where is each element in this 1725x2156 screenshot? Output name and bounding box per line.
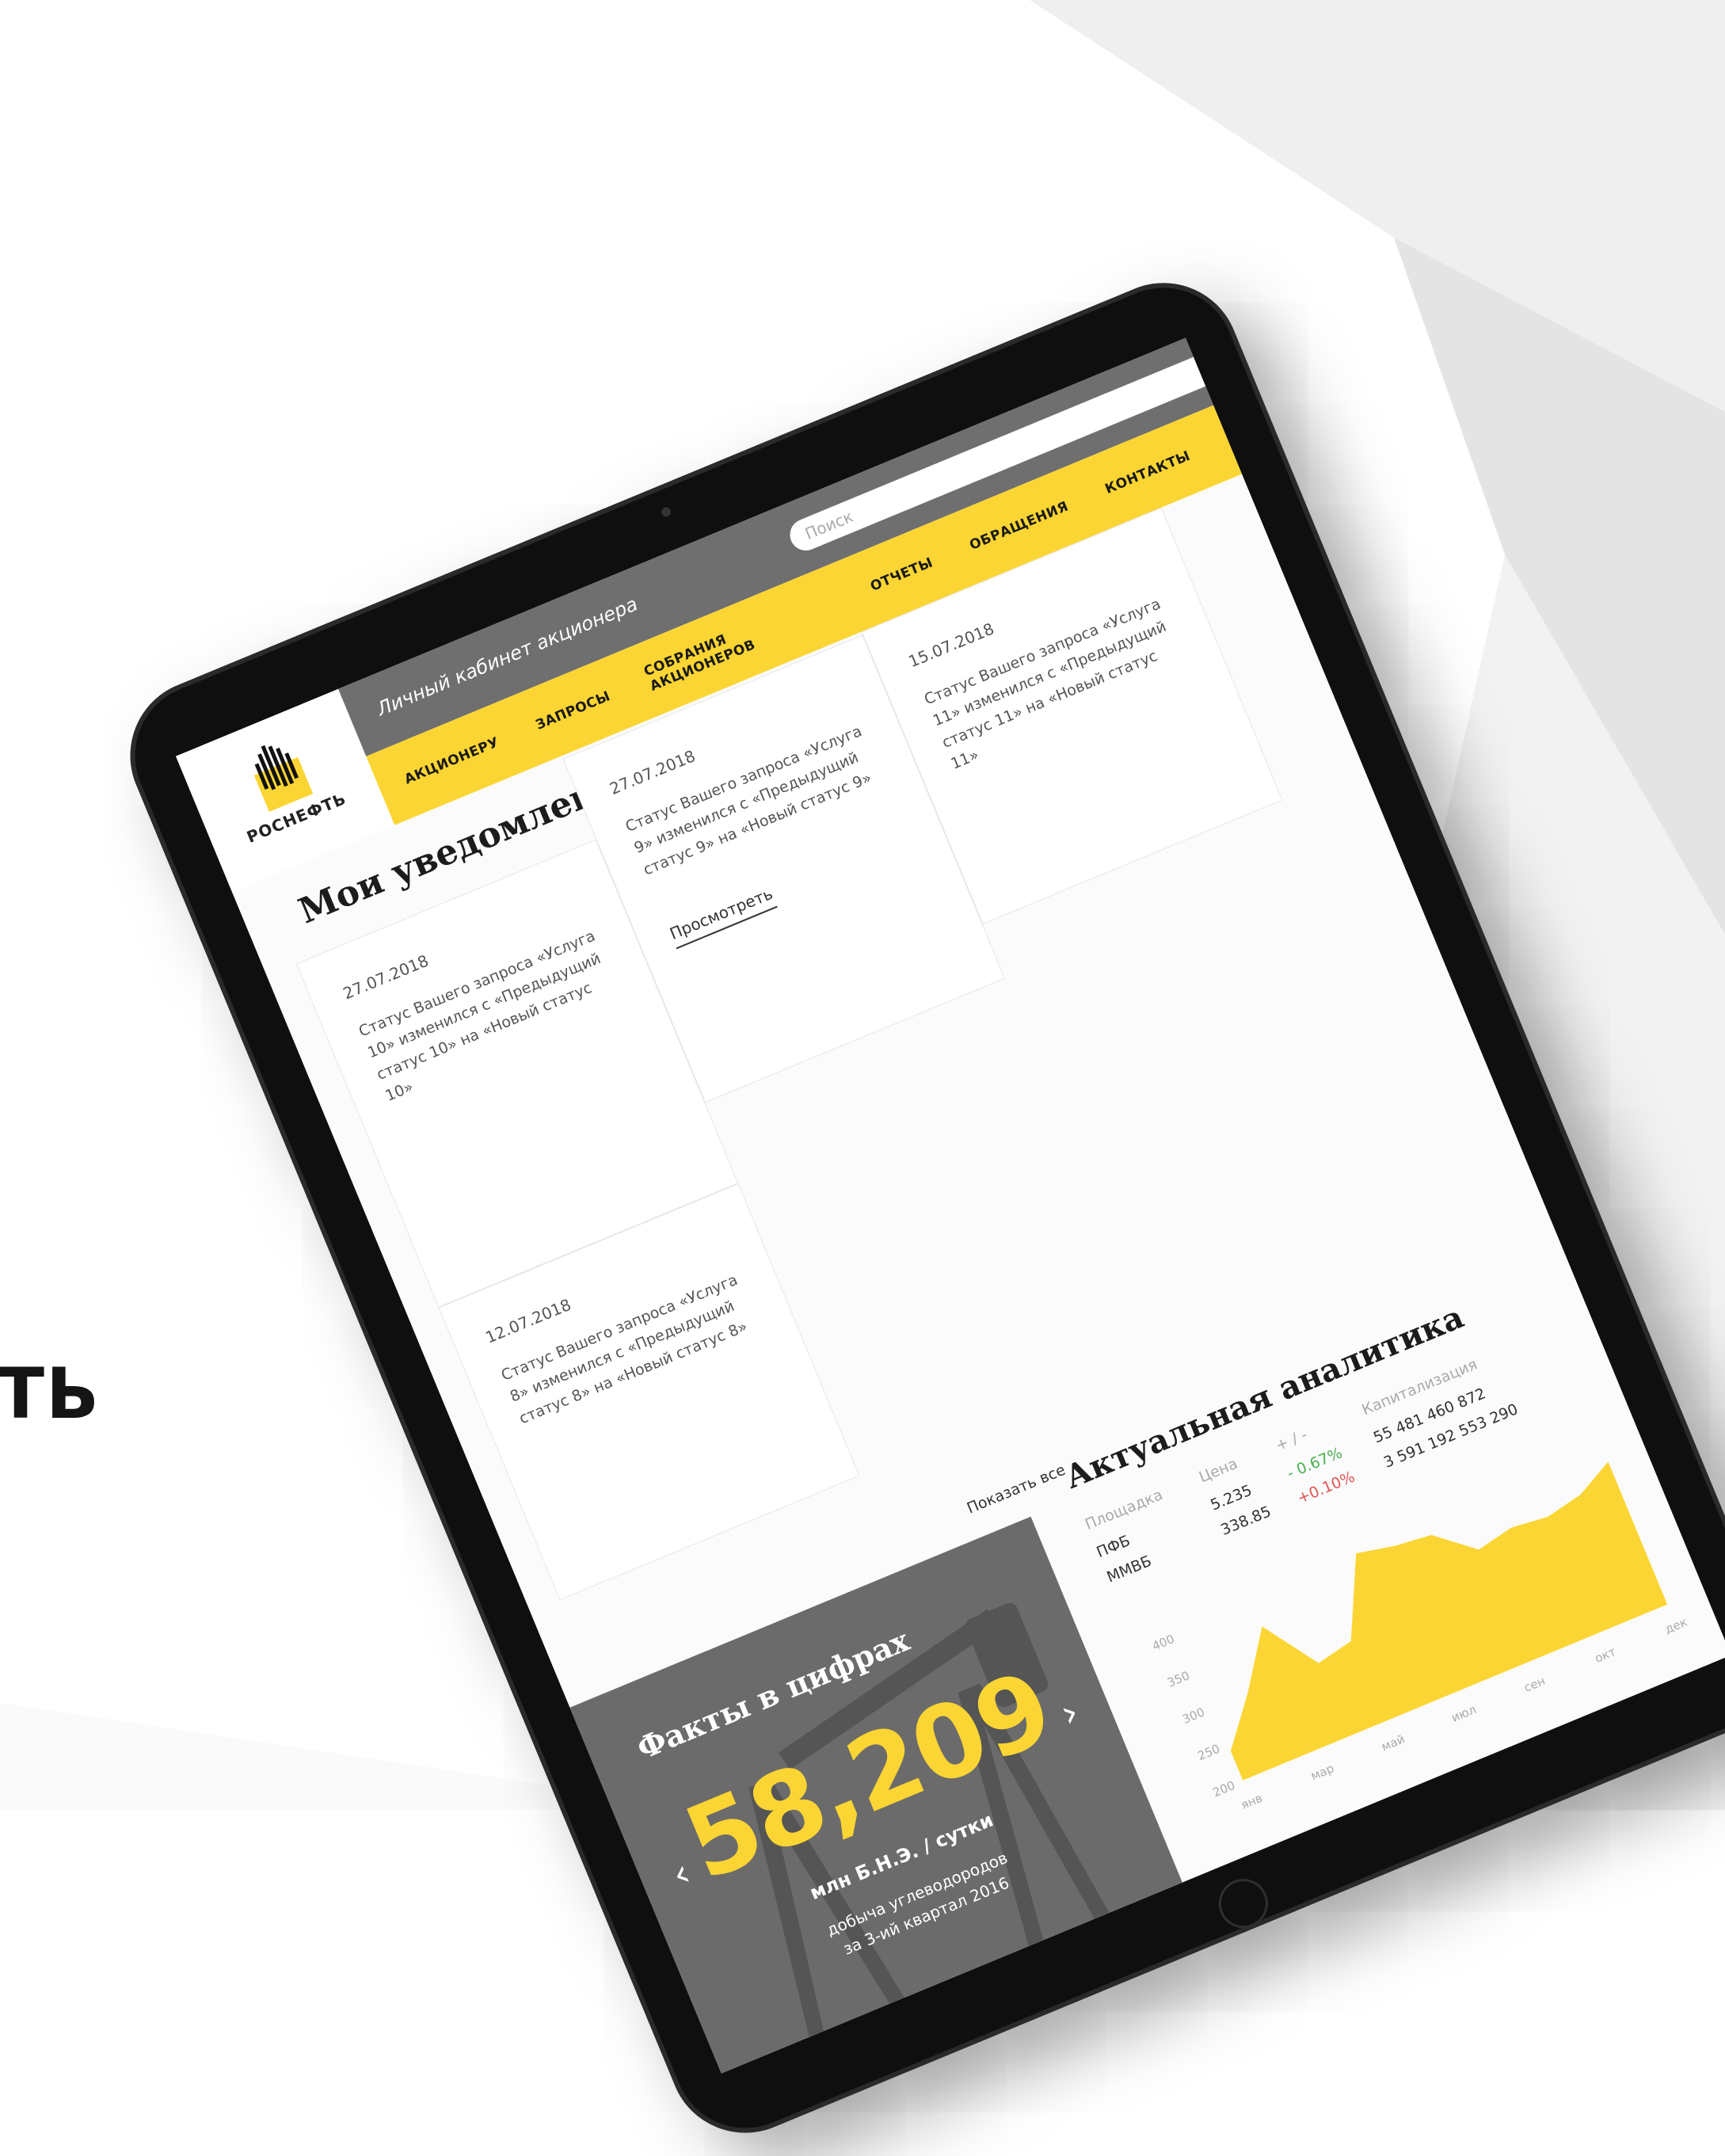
y-tick-label: 200 [1211, 1778, 1237, 1800]
facts-panel: Факты в цифрах ‹ › 58,209 млн Б.Н.Э. / с… [569, 1516, 1182, 2074]
x-tick-label: май [1380, 1731, 1407, 1754]
camera-icon [660, 505, 672, 519]
nav-item-reports[interactable]: ОТЧЕТЫ [868, 554, 935, 594]
nav-item-appeals[interactable]: ОБРАЩЕНИЯ [967, 498, 1071, 553]
notification-text: Статус Вашего запроса «Услуга 8» изменил… [498, 1270, 750, 1428]
nav-item-requests[interactable]: ЗАПРОСЫ [534, 688, 613, 733]
x-tick-label: мар [1308, 1761, 1336, 1783]
y-tick-label: 250 [1196, 1742, 1222, 1764]
background-brand-text: ТЬ [0, 1353, 101, 1434]
nav-item-shareholder[interactable]: АКЦИОНЕРУ [402, 734, 501, 787]
y-tick-label: 400 [1150, 1632, 1176, 1654]
y-tick-label: 350 [1165, 1668, 1191, 1690]
home-button[interactable] [1211, 1871, 1276, 1936]
nav-item-contacts[interactable]: КОНТАКТЫ [1103, 448, 1193, 497]
x-tick-label: янв [1239, 1791, 1264, 1812]
x-tick-label: окт [1593, 1644, 1618, 1666]
x-tick-label: дек [1663, 1615, 1689, 1637]
show-all-link[interactable]: Показать все [965, 1461, 1068, 1518]
x-tick-label: сен [1522, 1674, 1548, 1695]
notification-text: Статус Вашего запроса «Услуга 11» измени… [921, 595, 1169, 774]
notification-text: Статус Вашего запроса «Услуга 9» изменил… [623, 722, 874, 879]
x-tick-label: июл [1449, 1702, 1478, 1725]
notification-text: Статус Вашего запроса «Услуга 10» измени… [356, 927, 604, 1106]
view-link[interactable]: Просмотреть [667, 884, 779, 950]
rosneft-logo-icon [253, 745, 314, 813]
y-tick-label: 300 [1180, 1705, 1206, 1727]
